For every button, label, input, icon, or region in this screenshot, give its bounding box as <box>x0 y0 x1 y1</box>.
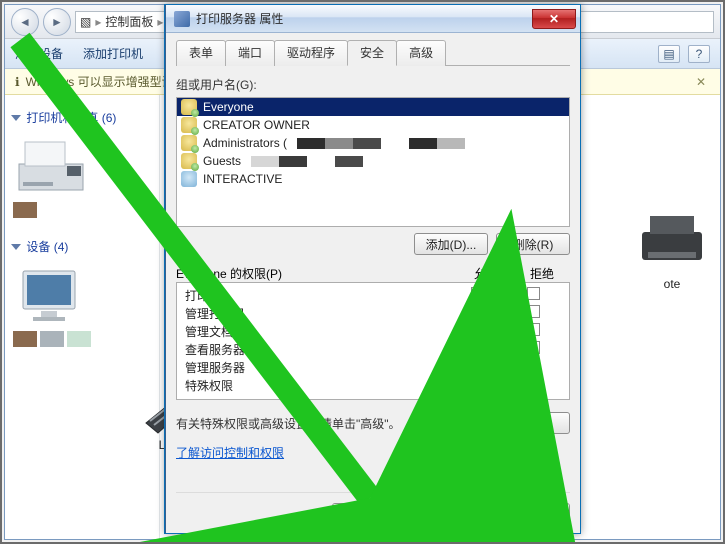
cancel-button[interactable]: 取消 <box>414 503 488 525</box>
device-item[interactable]: ote <box>636 210 708 291</box>
checkbox-allow[interactable] <box>471 323 484 336</box>
printer-icon <box>636 210 708 270</box>
checkbox-deny[interactable] <box>527 305 540 318</box>
breadcrumb-item[interactable]: 控制面板 <box>105 13 153 30</box>
permissions-listbox[interactable]: 打印管理打印机管理文档查看服务器管理服务器特殊权限 <box>176 282 570 400</box>
users-group-icon <box>181 117 197 133</box>
device-tile-fax[interactable] <box>13 136 151 218</box>
permission-row: 管理打印机 <box>177 304 569 322</box>
user-list-item[interactable]: Guests <box>177 152 569 170</box>
dialog-icon <box>174 11 190 27</box>
category-printers-count: (6) <box>102 111 117 125</box>
category-printers-label: 打印机和传真 <box>26 111 98 125</box>
users-group-icon <box>181 135 197 151</box>
col-allow: 允许 <box>458 265 514 282</box>
user-name: Guests <box>203 154 241 168</box>
tab-strip: 表单 端口 驱动程序 安全 高级 <box>176 39 570 66</box>
add-device-link[interactable]: 添加设备 <box>15 45 63 62</box>
permission-row: 管理服务器 <box>177 358 569 376</box>
users-listbox[interactable]: Everyone CREATOR OWNER Administrators ( Gue… <box>176 97 570 227</box>
learn-link[interactable]: 了解访问控制和权限 <box>176 444 570 461</box>
checkbox-deny[interactable] <box>527 359 540 372</box>
view-icon[interactable]: ▤ <box>658 45 680 63</box>
category-devices-count: (4) <box>54 240 69 254</box>
add-button[interactable]: 添加(D)... <box>414 233 488 255</box>
device-tile-monitor[interactable] <box>13 265 151 347</box>
tab-advanced[interactable]: 高级 <box>396 40 446 66</box>
user-list-item[interactable]: Administrators ( <box>177 134 569 152</box>
permissions-label: Everyone 的权限(P) <box>176 265 458 282</box>
monitor-icon <box>13 265 89 327</box>
checkbox-allow[interactable] <box>471 377 484 390</box>
dialog-titlebar[interactable]: 打印服务器 属性 ✕ <box>166 5 580 33</box>
print-server-properties-dialog: 打印服务器 属性 ✕ 表单 端口 驱动程序 安全 高级 组或用户名(G): Ev… <box>165 4 581 534</box>
add-printer-link[interactable]: 添加打印机 <box>83 45 143 62</box>
swatch <box>13 202 37 218</box>
user-name: CREATOR OWNER <box>203 118 310 132</box>
permission-row: 打印 <box>177 286 569 304</box>
user-list-item[interactable]: CREATOR OWNER <box>177 116 569 134</box>
chevron-right-icon: ▸ <box>157 15 163 29</box>
permission-row: 查看服务器 <box>177 340 569 358</box>
dialog-title: 打印服务器 属性 <box>196 10 283 27</box>
permission-name: 管理打印机 <box>185 305 449 322</box>
swatch <box>67 331 91 347</box>
permissions-header: Everyone 的权限(P) 允许 拒绝 <box>176 265 570 282</box>
expand-icon <box>11 244 21 250</box>
user-list-item[interactable]: Everyone <box>177 98 569 116</box>
help-icon[interactable]: ? <box>688 45 710 63</box>
advanced-button[interactable]: 高级(V) <box>496 412 570 434</box>
category-devices-label: 设备 <box>26 240 50 254</box>
checkbox-allow[interactable] <box>471 287 484 300</box>
info-icon: ℹ <box>15 75 20 89</box>
user-list-item[interactable]: INTERACTIVE <box>177 170 569 188</box>
control-panel-icon: ▧ <box>80 15 91 29</box>
nav-back-button[interactable]: ◄ <box>11 8 39 36</box>
remove-button[interactable]: 删除(R) <box>496 233 570 255</box>
category-devices[interactable]: 设备 (4) <box>13 238 151 255</box>
checkbox-deny[interactable] <box>527 323 540 336</box>
permission-name: 管理文档 <box>185 323 449 340</box>
col-deny: 拒绝 <box>514 265 570 282</box>
swatch <box>40 331 64 347</box>
users-group-icon <box>181 99 197 115</box>
permission-row: 管理文档 <box>177 322 569 340</box>
users-group-icon <box>181 153 197 169</box>
ok-button[interactable]: 确定 <box>332 503 406 525</box>
chevron-right-icon: ▸ <box>95 15 101 29</box>
checkbox-allow[interactable] <box>471 341 484 354</box>
checkbox-deny[interactable] <box>527 287 540 300</box>
group-users-label: 组或用户名(G): <box>176 76 570 93</box>
device-label: ote <box>636 277 708 291</box>
tab-ports[interactable]: 端口 <box>225 40 275 66</box>
apply-button[interactable]: 应用(A) <box>496 503 570 525</box>
permission-name: 特殊权限 <box>185 377 449 394</box>
swatch <box>13 331 37 347</box>
close-button[interactable]: ✕ <box>532 9 576 29</box>
info-close-icon[interactable]: ✕ <box>692 75 710 89</box>
checkbox-allow[interactable] <box>471 305 484 318</box>
tab-forms[interactable]: 表单 <box>176 40 226 66</box>
user-name: Administrators ( <box>203 136 287 150</box>
permission-name: 管理服务器 <box>185 359 449 376</box>
permission-name: 查看服务器 <box>185 341 449 358</box>
tab-drivers[interactable]: 驱动程序 <box>274 40 348 66</box>
user-name: INTERACTIVE <box>203 172 282 186</box>
nav-forward-button[interactable]: ► <box>43 8 71 36</box>
checkbox-deny[interactable] <box>527 341 540 354</box>
devices-panel: 打印机和传真 (6) 设备 (4) <box>5 95 160 539</box>
advanced-hint: 有关特殊权限或高级设置，请单击"高级"。 <box>176 415 490 432</box>
tab-security[interactable]: 安全 <box>347 40 397 66</box>
category-printers[interactable]: 打印机和传真 (6) <box>13 109 151 126</box>
permission-name: 打印 <box>185 287 449 304</box>
user-icon <box>181 171 197 187</box>
info-text: Windows 可以显示增强型设 <box>26 73 174 90</box>
user-name: Everyone <box>203 100 254 114</box>
expand-icon <box>11 115 21 121</box>
checkbox-deny[interactable] <box>527 377 540 390</box>
checkbox-allow[interactable] <box>471 359 484 372</box>
permission-row: 特殊权限 <box>177 376 569 394</box>
fax-icon <box>13 136 89 198</box>
